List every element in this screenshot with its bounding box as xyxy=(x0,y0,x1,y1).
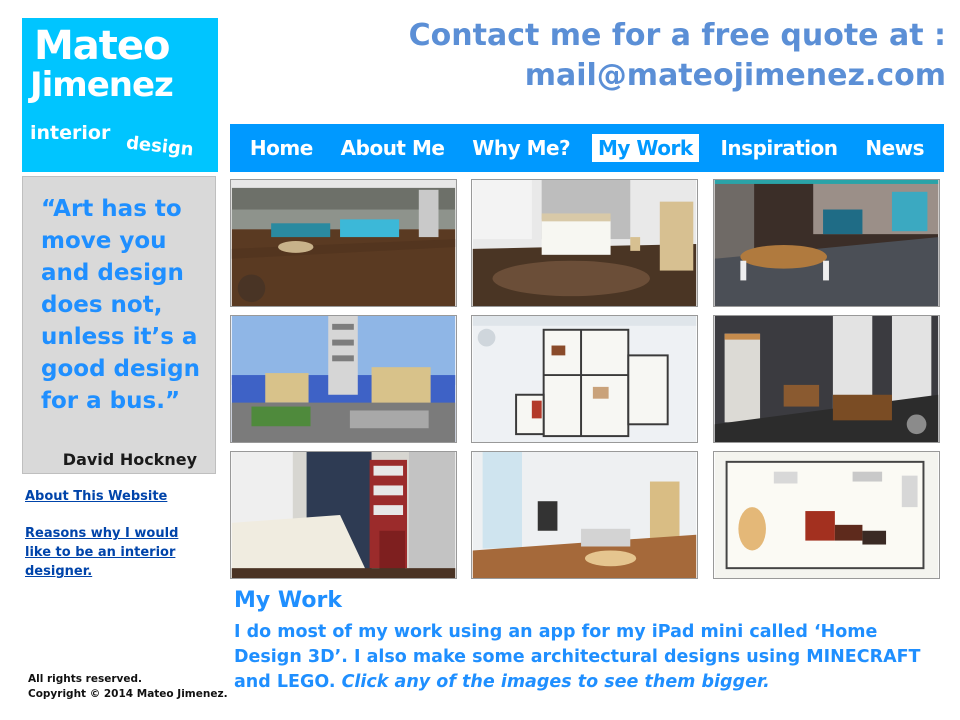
gallery-image-floor-plan[interactable] xyxy=(471,315,698,443)
gallery-image-bedroom-bookshelf[interactable] xyxy=(230,451,457,579)
link-reasons[interactable]: Reasons why I would like to be an interi… xyxy=(25,524,205,581)
bedroom-bookshelf-thumbnail xyxy=(231,452,456,578)
logo-last-name: Jimenez xyxy=(30,65,174,105)
site-logo[interactable]: Mateo Jimenez interior design xyxy=(22,18,218,172)
rights-text: All rights reserved. xyxy=(28,673,142,685)
contact-email[interactable]: mail@mateojimenez.com xyxy=(409,56,946,96)
gallery-image-tv-lounge[interactable] xyxy=(471,451,698,579)
work-description-hint: Click any of the images to see them bigg… xyxy=(341,672,770,692)
logo-tag-design: design xyxy=(125,132,195,161)
quote-author: David Hockney xyxy=(62,450,197,469)
tv-lounge-thumbnail xyxy=(472,452,697,578)
quote-box: “Art has to move you and design does not… xyxy=(22,176,216,474)
work-title: My Work xyxy=(234,588,342,613)
logo-first-name: Mateo xyxy=(34,23,171,69)
sidebar-links: About This Website Reasons why I would l… xyxy=(25,487,205,581)
nav-why-me[interactable]: Why Me? xyxy=(466,134,576,162)
link-about-website[interactable]: About This Website xyxy=(25,487,205,506)
copyright-text: Copyright © 2014 Mateo Jimenez. xyxy=(28,688,228,700)
bedroom-thumbnail xyxy=(472,180,697,306)
nav-inspiration[interactable]: Inspiration xyxy=(714,134,843,162)
gallery-image-kitchen[interactable] xyxy=(713,179,940,307)
gallery-image-living-room[interactable] xyxy=(230,179,457,307)
nav-home[interactable]: Home xyxy=(244,134,319,162)
main-nav: Home About Me Why Me? My Work Inspiratio… xyxy=(230,124,944,172)
work-description: I do most of my work using an app for my… xyxy=(234,620,944,695)
dark-bedroom-thumbnail xyxy=(714,316,939,442)
gallery-image-floor-plan-rooms[interactable] xyxy=(713,451,940,579)
gallery-image-minecraft[interactable] xyxy=(230,315,457,443)
quote-text: “Art has to move you and design does not… xyxy=(41,196,201,414)
kitchen-thumbnail xyxy=(714,180,939,306)
logo-tag-interior: interior xyxy=(30,122,111,144)
gallery-image-bedroom[interactable] xyxy=(471,179,698,307)
floor-plan-thumbnail xyxy=(472,316,697,442)
gallery-image-dark-bedroom[interactable] xyxy=(713,315,940,443)
nav-about-me[interactable]: About Me xyxy=(335,134,451,162)
minecraft-thumbnail xyxy=(231,316,456,442)
living-room-thumbnail xyxy=(231,180,456,306)
nav-news[interactable]: News xyxy=(859,134,930,162)
contact-line: Contact me for a free quote at : xyxy=(408,18,946,53)
floor-plan-rooms-thumbnail xyxy=(714,452,939,578)
copyright: All rights reserved. Copyright © 2014 Ma… xyxy=(28,672,228,702)
nav-my-work[interactable]: My Work xyxy=(591,134,699,162)
contact-heading: Contact me for a free quote at : mail@ma… xyxy=(409,16,946,96)
